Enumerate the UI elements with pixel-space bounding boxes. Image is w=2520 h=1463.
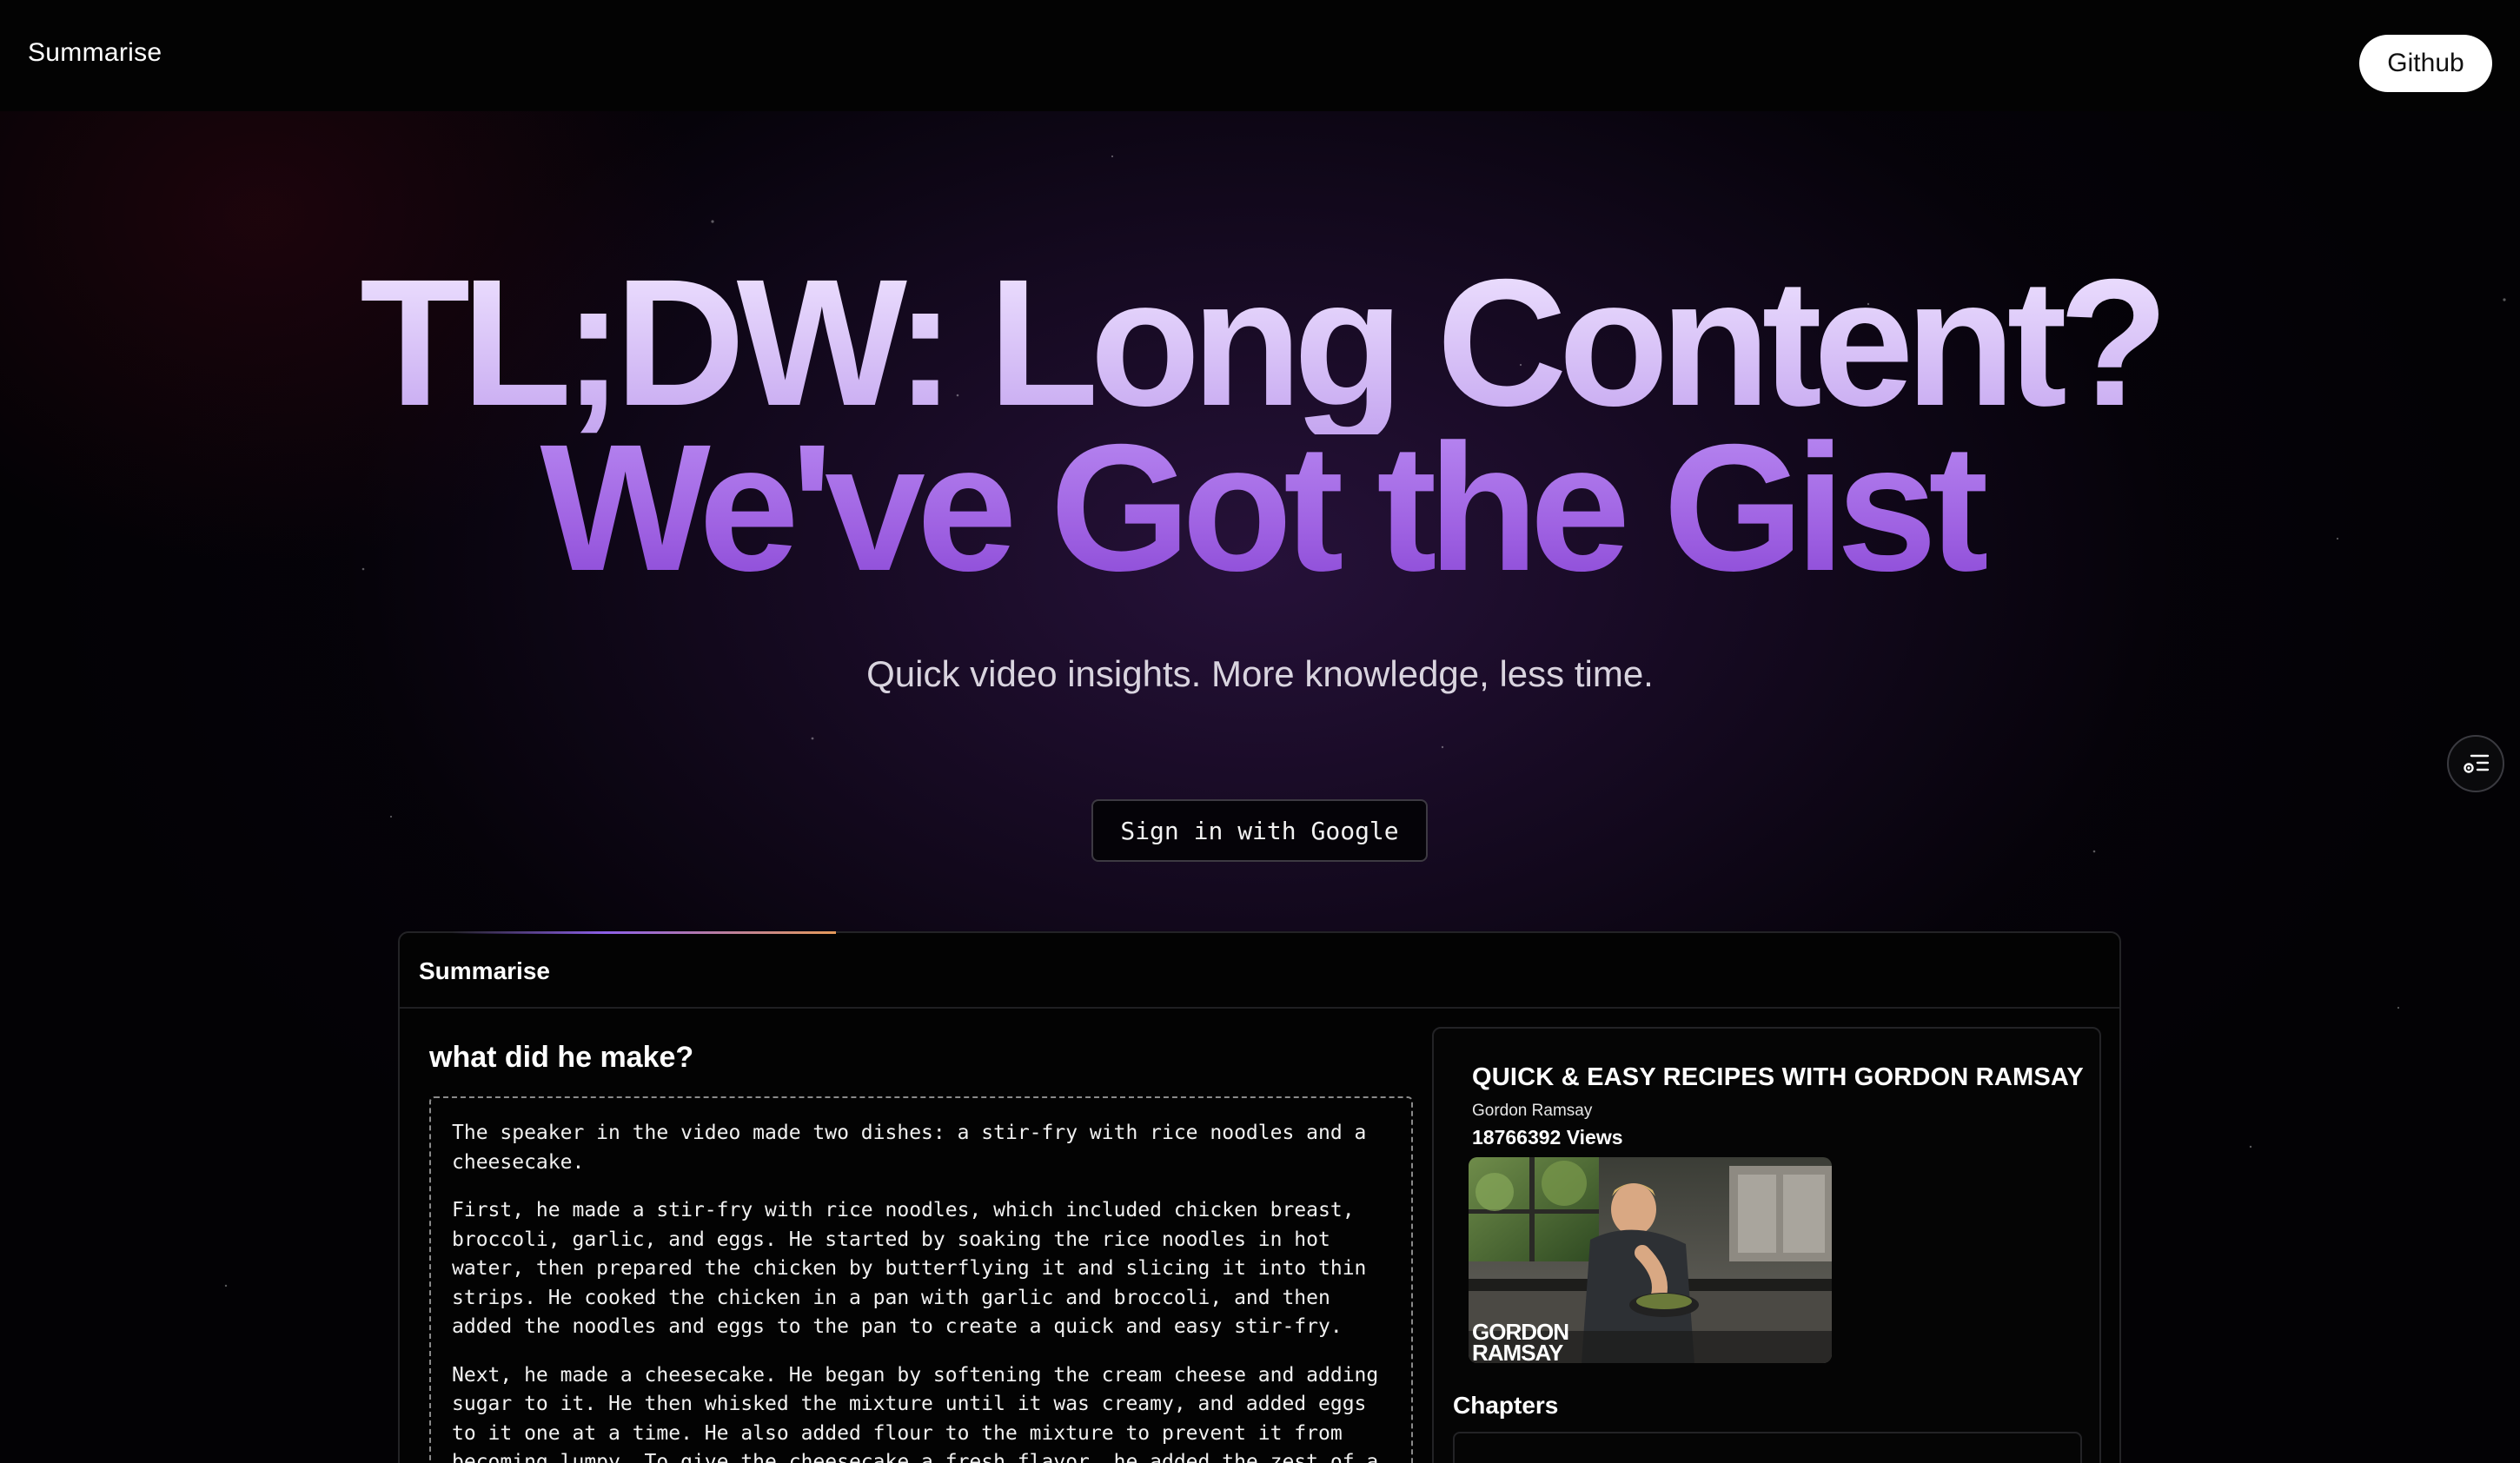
video-thumbnail[interactable]: GORDON RAMSAY: [1469, 1157, 1832, 1363]
video-info-card: QUICK & EASY RECIPES WITH GORDON RAMSAY …: [1432, 1027, 2101, 1463]
video-thumbnail-image: GORDON RAMSAY: [1469, 1157, 1832, 1363]
top-nav: Summarise Github: [0, 0, 2520, 111]
chapters-list[interactable]: [1453, 1432, 2082, 1463]
hero-subtitle: Quick video insights. More knowledge, le…: [866, 653, 1654, 694]
user-question: what did he make?: [429, 1041, 694, 1074]
answer-paragraph-3: Next, he made a cheesecake. He began by …: [452, 1363, 1379, 1463]
chapters-heading: Chapters: [1453, 1392, 1559, 1419]
video-views: 18766392 Views: [1472, 1126, 1623, 1149]
video-title: QUICK & EASY RECIPES WITH GORDON RAMSAY: [1472, 1063, 2084, 1091]
sign-in-with-google-button[interactable]: Sign in with Google: [1091, 799, 1428, 862]
answer-paragraph-1: The speaker in the video made two dishes…: [452, 1122, 1367, 1174]
answer-box[interactable]: The speaker in the video made two dishes…: [429, 1096, 1413, 1463]
hero-title-line-2: We've Got the Gist: [0, 417, 2520, 599]
panel-divider: [400, 1007, 2119, 1009]
video-channel: Gordon Ramsay: [1472, 1102, 1593, 1120]
list-settings-icon: [2464, 754, 2490, 773]
side-menu-button[interactable]: [2447, 735, 2504, 792]
answer-paragraph-2: First, he made a stir-fry with rice nood…: [452, 1199, 1367, 1338]
github-button[interactable]: Github: [2359, 35, 2492, 92]
summarise-panel: Summarise what did he make? The speaker …: [398, 931, 2121, 1463]
panel-title: Summarise: [419, 957, 550, 984]
svg-text:RAMSAY: RAMSAY: [1472, 1340, 1563, 1363]
brand-logo-text[interactable]: Summarise: [28, 38, 162, 68]
panel-accent-line: [452, 931, 836, 934]
